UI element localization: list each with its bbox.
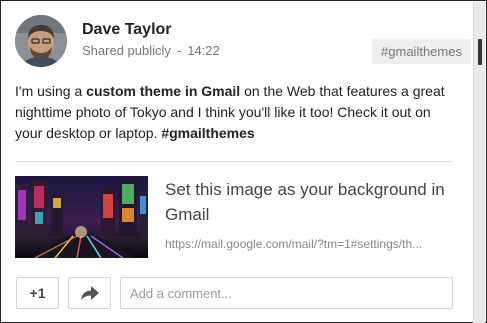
post-time[interactable]: 14:22 [187, 43, 220, 58]
share-button[interactable] [68, 277, 111, 309]
share-arrow-icon [80, 286, 99, 300]
scrollbar-thumb[interactable] [478, 39, 482, 65]
post-text-part: I'm using a [15, 83, 87, 99]
post-text-link: custom theme in Gmail [86, 83, 241, 99]
link-url[interactable]: https://mail.google.com/mail/?tm=1#setti… [165, 237, 450, 251]
avatar-image [15, 15, 67, 67]
visibility-label[interactable]: Shared publicly [82, 43, 171, 58]
post-hashtag-link[interactable]: #gmailthemes [161, 125, 254, 141]
post-body: I'm using a custom theme in Gmail on the… [15, 81, 455, 144]
hashtag-chip[interactable]: #gmailthemes [372, 39, 471, 64]
link-thumbnail[interactable] [15, 176, 148, 258]
plus-one-button[interactable]: +1 [16, 277, 59, 309]
tokyo-night-image [15, 176, 148, 258]
divider [15, 161, 453, 162]
meta-separator: - [176, 43, 182, 58]
author-avatar[interactable] [15, 15, 67, 67]
link-title[interactable]: Set this image as your background in Gma… [165, 177, 455, 227]
comment-input[interactable] [120, 277, 453, 309]
post-meta: Shared publicly -14:22 [82, 43, 220, 58]
author-name[interactable]: Dave Taylor [82, 21, 172, 39]
post-card: Dave Taylor Shared publicly -14:22 #gmail… [0, 0, 487, 323]
